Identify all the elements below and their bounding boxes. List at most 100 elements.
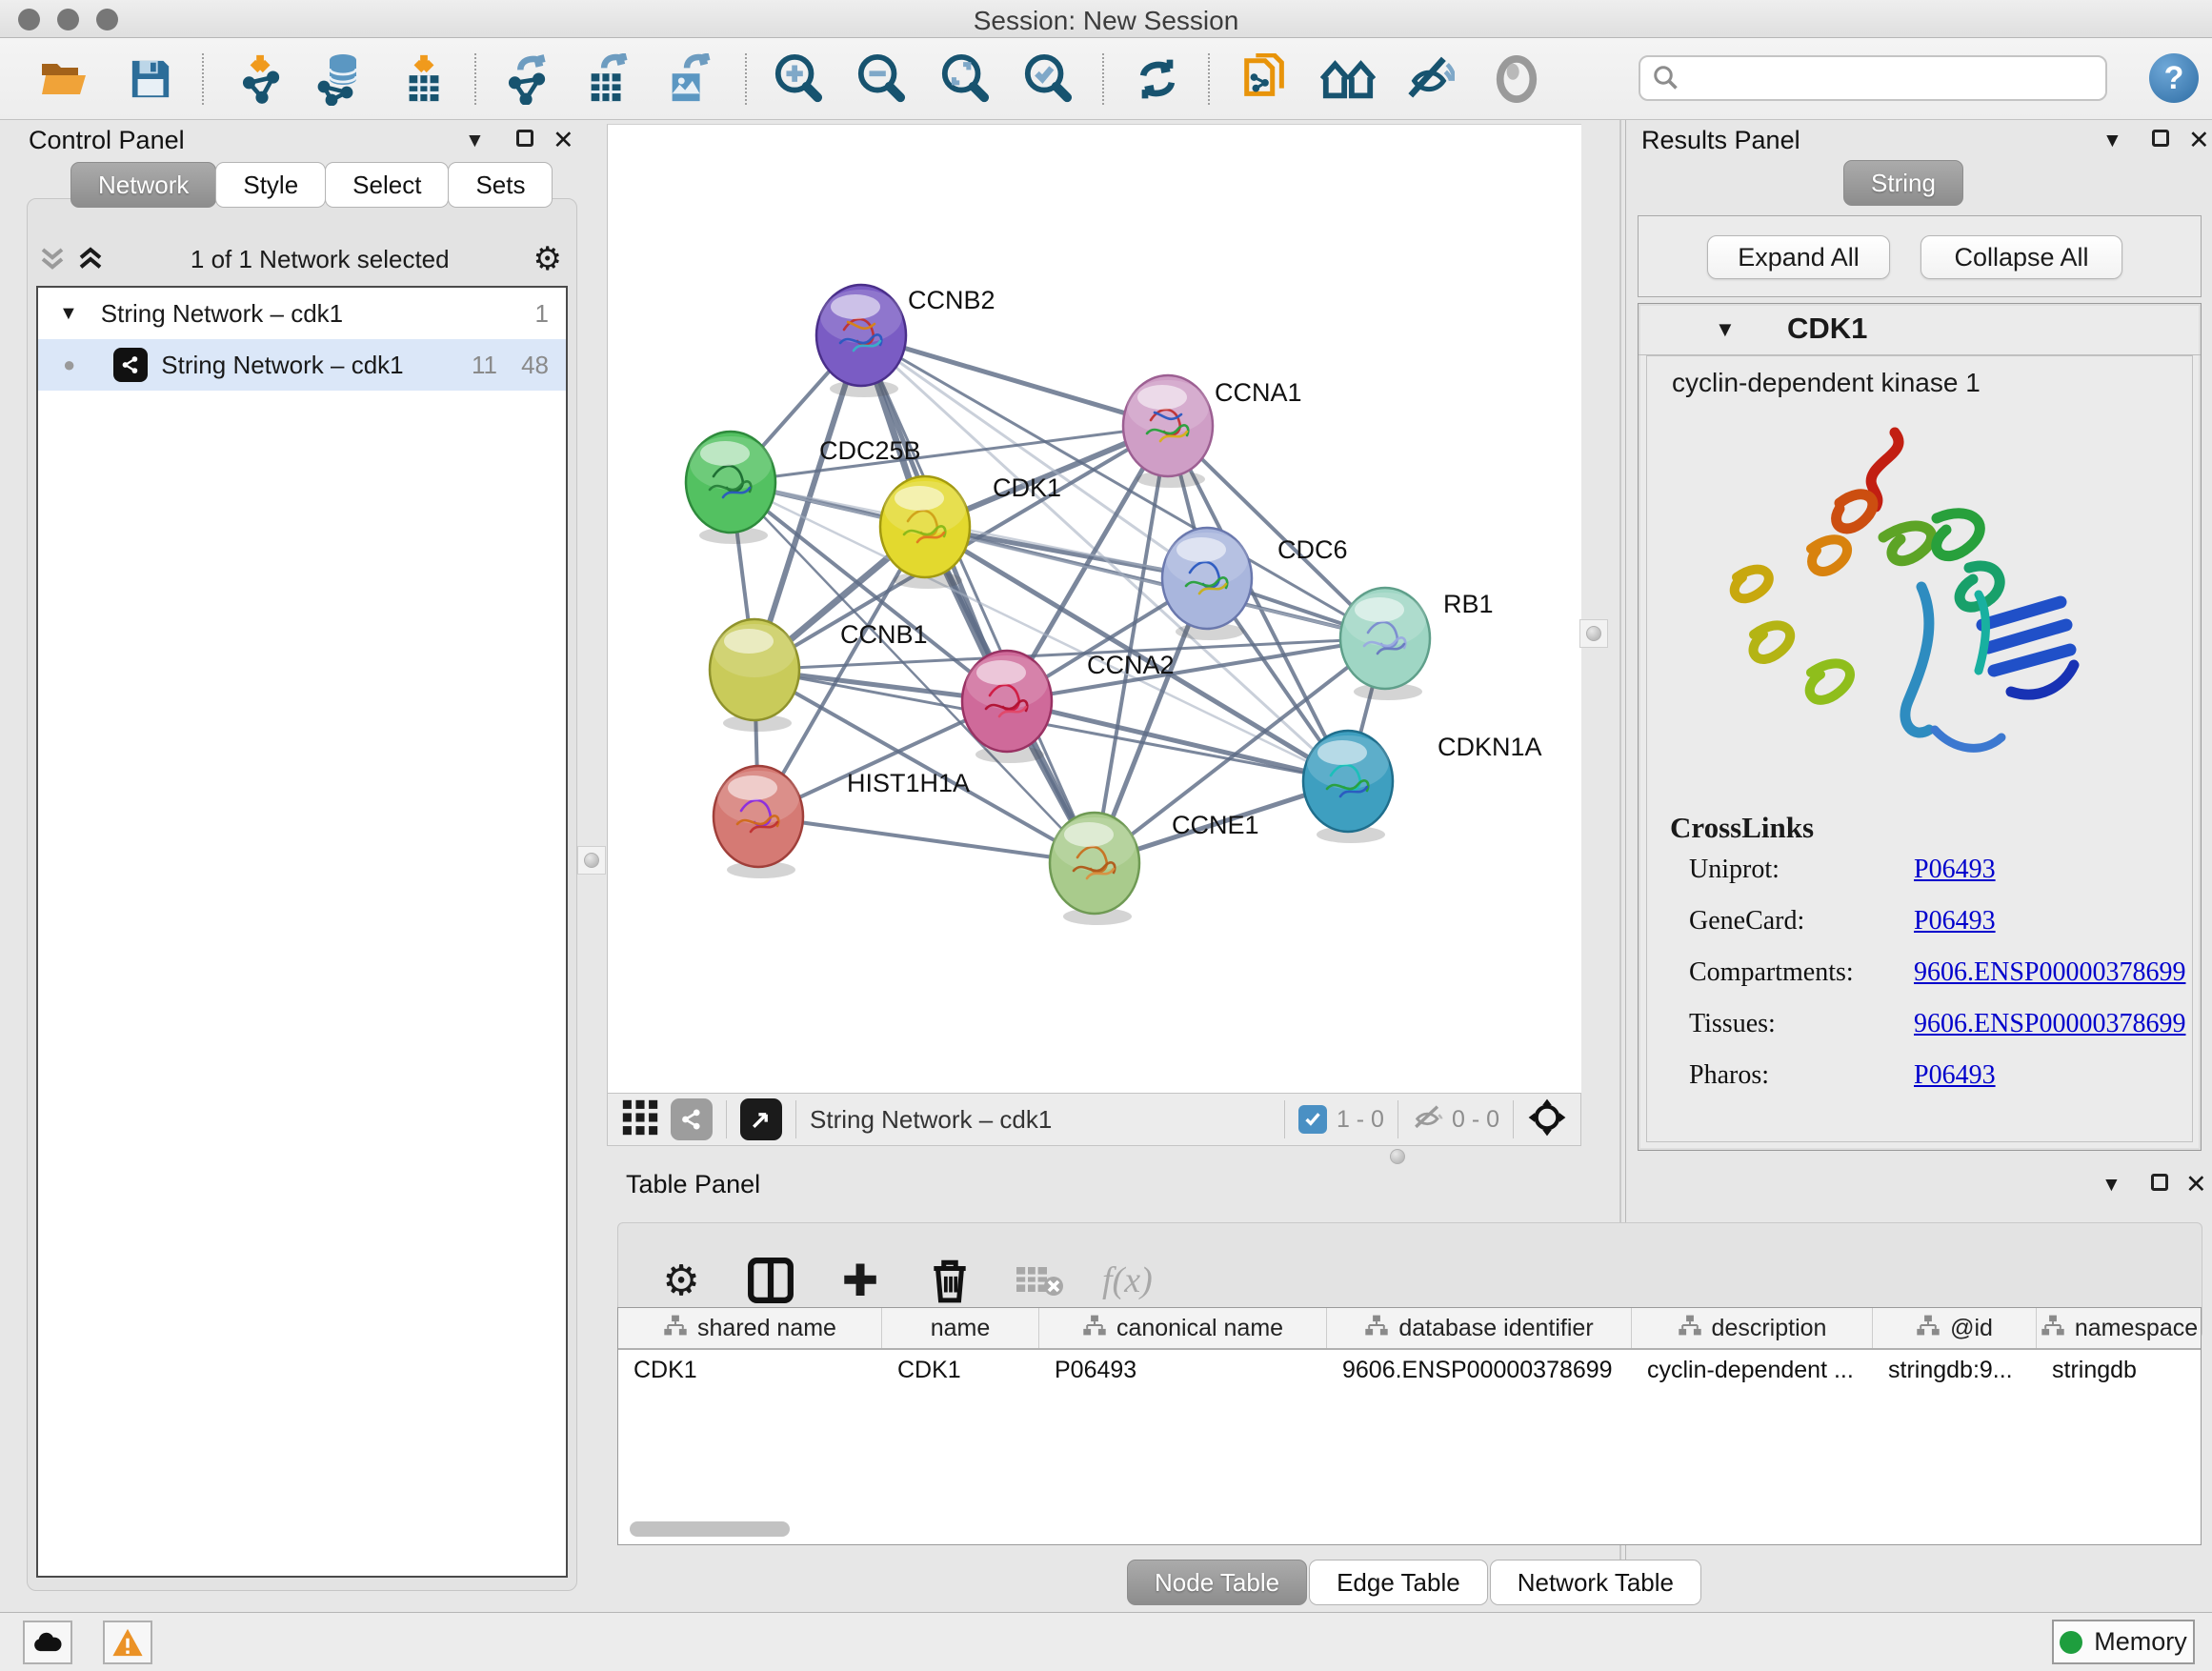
- table-cell[interactable]: stringdb:9...: [1873, 1350, 2037, 1390]
- right-splitter-handle[interactable]: [1579, 619, 1608, 648]
- column-header-description[interactable]: description: [1632, 1308, 1873, 1348]
- network-edge[interactable]: [1007, 701, 1348, 781]
- crosslink-link[interactable]: 9606.ENSP00000378699: [1914, 1009, 2185, 1039]
- table-cell[interactable]: P06493: [1039, 1350, 1327, 1390]
- crosslink-link[interactable]: P06493: [1914, 855, 1996, 885]
- results-node-header[interactable]: ▼ CDK1: [1639, 304, 2201, 355]
- scrollbar-thumb[interactable]: [630, 1521, 790, 1537]
- table-panel-close-button[interactable]: ✕: [2185, 1170, 2207, 1199]
- tab-node-table[interactable]: Node Table: [1127, 1560, 1307, 1605]
- search-input[interactable]: [1680, 65, 2090, 91]
- collapse-all-button[interactable]: Collapse All: [1920, 235, 2122, 279]
- zoom-in-icon[interactable]: [770, 52, 827, 106]
- homes-icon[interactable]: [1319, 52, 1377, 106]
- tab-edge-table[interactable]: Edge Table: [1309, 1560, 1488, 1605]
- collection-disclosure-icon[interactable]: ▼: [59, 303, 78, 325]
- table-cell[interactable]: cyclin-dependent ...: [1632, 1350, 1873, 1390]
- open-session-icon[interactable]: [36, 52, 93, 106]
- table-settings-gear-icon[interactable]: ⚙: [654, 1254, 708, 1307]
- status-bar: Memory: [0, 1612, 2212, 1671]
- export-network-icon[interactable]: [499, 52, 556, 106]
- import-table-file-icon[interactable]: [395, 52, 452, 106]
- network-view-share-icon[interactable]: [671, 1098, 713, 1140]
- tab-sets[interactable]: Sets: [448, 162, 553, 208]
- tab-style[interactable]: Style: [215, 162, 326, 208]
- zoom-selected-icon[interactable]: [1019, 52, 1076, 106]
- network-options-gear-icon[interactable]: ⚙: [533, 240, 562, 278]
- network-view-canvas[interactable]: CCNB2CCNA1CDC25BCDK1CDC6RB1CCNB1CCNA2CDK…: [607, 124, 1581, 1093]
- zoom-out-icon[interactable]: [853, 52, 910, 106]
- collapse-all-icon[interactable]: [36, 245, 69, 273]
- column-header-database-identifier[interactable]: database identifier: [1327, 1308, 1632, 1348]
- zoom-fit-icon[interactable]: [936, 52, 994, 106]
- horizontal-splitter-handle[interactable]: [1390, 1149, 1405, 1164]
- table-delete-table-icon[interactable]: [1013, 1254, 1066, 1307]
- cloud-status-button[interactable]: [23, 1621, 72, 1664]
- network-node-cdk1[interactable]: CDK1: [880, 473, 1061, 589]
- table-cell[interactable]: CDK1: [882, 1350, 1039, 1390]
- center-view-crosshair-icon[interactable]: [1527, 1097, 1567, 1142]
- tab-network[interactable]: Network: [70, 162, 216, 208]
- results-panel-float-button[interactable]: [2152, 130, 2169, 151]
- network-collection-row[interactable]: ▼ String Network – cdk1 1: [38, 288, 566, 339]
- import-network-database-icon[interactable]: [312, 52, 370, 106]
- left-splitter-handle[interactable]: [577, 846, 606, 875]
- control-panel-close-button[interactable]: ✕: [553, 126, 574, 155]
- expand-all-button[interactable]: Expand All: [1707, 235, 1890, 279]
- crosslink-link[interactable]: P06493: [1914, 1060, 1996, 1091]
- column-header-name[interactable]: name: [882, 1308, 1039, 1348]
- export-image-icon[interactable]: [660, 52, 717, 106]
- grid-view-icon[interactable]: [621, 1098, 659, 1141]
- column-header-namespace[interactable]: namespace: [2037, 1308, 2202, 1348]
- results-panel-close-button[interactable]: ✕: [2188, 126, 2210, 155]
- help-button[interactable]: ?: [2149, 53, 2199, 103]
- control-panel-float-button[interactable]: [516, 130, 533, 151]
- results-panel-menu-button[interactable]: ▼: [2102, 130, 2122, 152]
- birds-eye-view-icon[interactable]: [740, 1098, 782, 1140]
- network-node-ccne1[interactable]: CCNE1: [1050, 811, 1259, 925]
- table-row[interactable]: CDK1CDK1P064939606.ENSP00000378699cyclin…: [618, 1350, 2201, 1390]
- refresh-layout-icon[interactable]: [1129, 52, 1186, 106]
- memory-button[interactable]: Memory: [2052, 1620, 2195, 1664]
- table-add-column-icon[interactable]: ✚: [834, 1254, 887, 1307]
- crosslink-link[interactable]: 9606.ENSP00000378699: [1914, 957, 2185, 988]
- import-network-file-icon[interactable]: [233, 52, 291, 106]
- table-cell[interactable]: 9606.ENSP00000378699: [1327, 1350, 1632, 1390]
- clone-network-icon[interactable]: [1237, 52, 1294, 106]
- table-cell[interactable]: stringdb: [2037, 1350, 2202, 1390]
- string-network-graph[interactable]: CCNB2CCNA1CDC25BCDK1CDC6RB1CCNB1CCNA2CDK…: [608, 125, 1580, 1092]
- network-edge[interactable]: [861, 335, 1168, 426]
- table-horizontal-scrollbar[interactable]: [618, 1521, 2201, 1539]
- node-label: CDKN1A: [1438, 733, 1542, 761]
- network-node-rb1[interactable]: RB1: [1340, 588, 1494, 700]
- column-header-canonical-name[interactable]: canonical name: [1039, 1308, 1327, 1348]
- warning-status-button[interactable]: [103, 1621, 152, 1664]
- node-disclosure-icon[interactable]: ▼: [1715, 317, 1736, 342]
- network-node-hist1h1a[interactable]: HIST1H1A: [714, 766, 970, 878]
- hidden-eye-icon: [1412, 1103, 1444, 1137]
- tab-select[interactable]: Select: [325, 162, 449, 208]
- network-row[interactable]: ● String Network – cdk1 11 48: [38, 339, 566, 391]
- search-field[interactable]: [1639, 55, 2107, 101]
- table-function-builder-icon[interactable]: f(x): [1102, 1254, 1153, 1307]
- table-columns-icon[interactable]: [744, 1254, 797, 1307]
- crosslink-link[interactable]: P06493: [1914, 906, 1996, 936]
- save-session-icon[interactable]: [122, 52, 179, 106]
- network-node-ccnb2[interactable]: CCNB2: [816, 285, 995, 397]
- table-delete-icon[interactable]: [923, 1254, 976, 1307]
- network-edge[interactable]: [758, 816, 1095, 863]
- export-table-icon[interactable]: [579, 52, 636, 106]
- column-header-shared-name[interactable]: shared name: [618, 1308, 882, 1348]
- expand-all-icon[interactable]: [74, 245, 107, 273]
- tab-network-table[interactable]: Network Table: [1490, 1560, 1701, 1605]
- node-table[interactable]: shared namenamecanonical namedatabase id…: [617, 1307, 2202, 1545]
- network-node-cdkn1a[interactable]: CDKN1A: [1303, 731, 1542, 843]
- hide-unhide-icon[interactable]: [1400, 52, 1458, 106]
- control-panel-menu-button[interactable]: ▼: [465, 130, 485, 152]
- table-panel-menu-button[interactable]: ▼: [2101, 1174, 2122, 1197]
- column-header--id[interactable]: @id: [1873, 1308, 2037, 1348]
- eye-icon[interactable]: [1488, 52, 1545, 106]
- table-panel-float-button[interactable]: [2151, 1174, 2168, 1196]
- tab-string[interactable]: String: [1843, 160, 1963, 206]
- table-cell[interactable]: CDK1: [618, 1350, 882, 1390]
